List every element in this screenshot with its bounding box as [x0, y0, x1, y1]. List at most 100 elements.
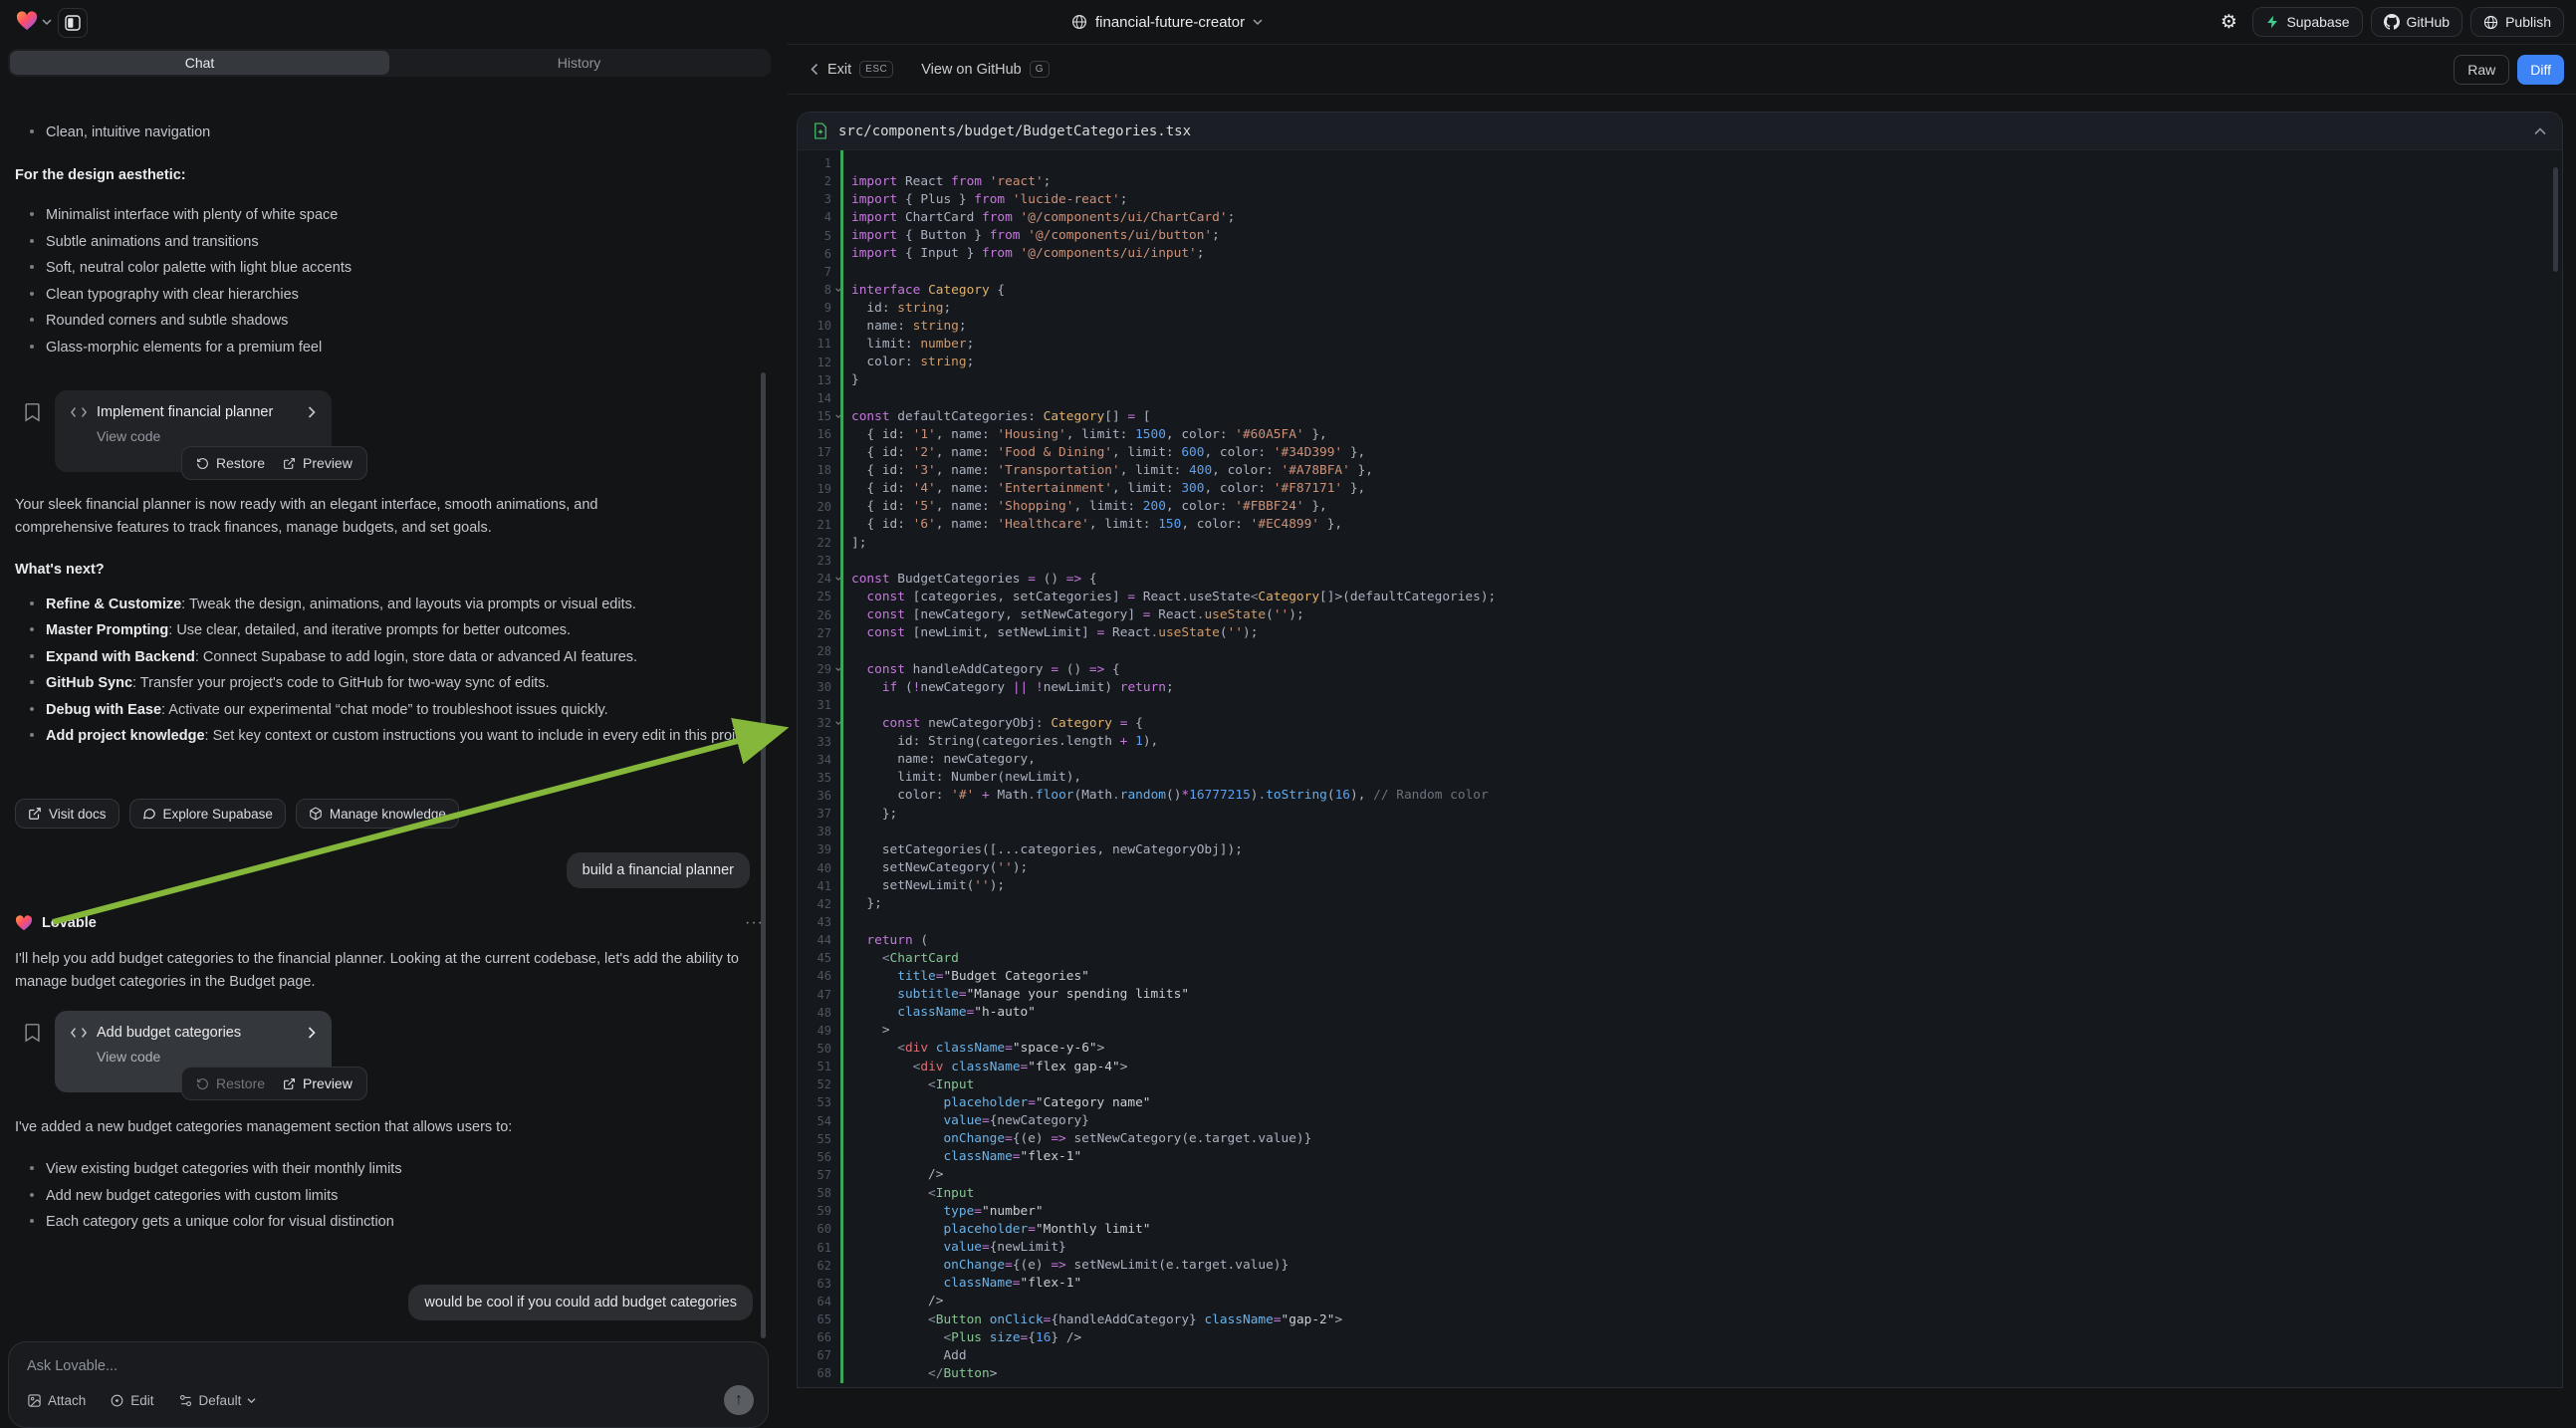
- list-item-text: Rounded corners and subtle shadows: [46, 310, 288, 333]
- code-line: 35 limit: Number(newLimit),: [798, 769, 2562, 787]
- settings-button[interactable]: ⚙: [2213, 7, 2244, 37]
- manage-knowledge-button[interactable]: Manage knowledge: [296, 799, 459, 829]
- line-number: 44: [798, 933, 833, 947]
- view-code-link[interactable]: View code: [97, 428, 316, 444]
- file-path: src/components/budget/BudgetCategories.t…: [838, 123, 1191, 139]
- line-number: 56: [798, 1150, 833, 1164]
- code-line: 30 if (!newCategory || !newLimit) return…: [798, 678, 2562, 696]
- code-line: 39 setCategories([...categories, newCate…: [798, 840, 2562, 858]
- list-item-text: Debug with Ease: Activate our experiment…: [46, 697, 608, 723]
- code-line: 7: [798, 263, 2562, 281]
- line-number: 16: [798, 427, 833, 441]
- line-number: 24: [798, 572, 833, 586]
- code-line: 25 const [categories, setCategories] = R…: [798, 588, 2562, 605]
- project-switcher[interactable]: financial-future-creator: [1071, 0, 1263, 44]
- list-item: Glass-morphic elements for a premium fee…: [30, 337, 747, 363]
- design-aesthetic-heading: For the design aesthetic:: [15, 167, 186, 183]
- bookmark-icon[interactable]: [24, 1023, 41, 1043]
- code-line: 52 <Input: [798, 1075, 2562, 1093]
- list-item-text: Subtle animations and transitions: [46, 231, 259, 254]
- raw-toggle-button[interactable]: Raw: [2454, 55, 2509, 85]
- line-number: 66: [798, 1330, 833, 1344]
- code-line: 46 title="Budget Categories": [798, 967, 2562, 985]
- code-line: 33 id: String(categories.length + 1),: [798, 733, 2562, 751]
- code-line: 66 <Plus size={16} />: [798, 1328, 2562, 1346]
- chat-composer[interactable]: Ask Lovable... Attach Edit Default ↑: [8, 1341, 769, 1428]
- publish-button[interactable]: Publish: [2470, 7, 2564, 37]
- supabase-button[interactable]: Supabase: [2252, 7, 2362, 37]
- code-line: 59 type="number": [798, 1202, 2562, 1220]
- line-number: 48: [798, 1006, 833, 1020]
- external-link-icon: [283, 457, 296, 470]
- restore-button[interactable]: Restore: [196, 455, 265, 471]
- supabase-bolt-icon: [2265, 15, 2279, 29]
- chat-input[interactable]: Ask Lovable...: [27, 1358, 117, 1374]
- view-code-link[interactable]: View code: [97, 1049, 316, 1065]
- line-number: 57: [798, 1168, 833, 1182]
- list-item: Soft, neutral color palette with light b…: [30, 257, 747, 284]
- code-line: 11 limit: number;: [798, 335, 2562, 353]
- line-number: 23: [798, 554, 833, 568]
- exit-button[interactable]: Exit: [827, 62, 851, 78]
- github-button[interactable]: GitHub: [2371, 7, 2463, 37]
- line-number: 6: [798, 247, 833, 261]
- bullet-dot: [30, 292, 34, 296]
- code-scrollbar[interactable]: [2553, 167, 2558, 272]
- list-item-text: Each category gets a unique color for vi…: [46, 1211, 394, 1234]
- line-number: 18: [798, 463, 833, 477]
- visit-docs-button[interactable]: Visit docs: [15, 799, 119, 829]
- tab-history[interactable]: History: [389, 51, 769, 75]
- view-on-github-button[interactable]: View on GitHub: [921, 62, 1021, 78]
- code-line: 18 { id: '3', name: 'Transportation', li…: [798, 461, 2562, 479]
- line-number: 3: [798, 192, 833, 206]
- explore-supabase-label: Explore Supabase: [163, 807, 273, 822]
- code-line: 19 { id: '4', name: 'Entertainment', lim…: [798, 480, 2562, 498]
- logo-chevron-down-icon[interactable]: [42, 18, 52, 26]
- restore-icon: [196, 1077, 209, 1090]
- tab-chat[interactable]: Chat: [10, 51, 389, 75]
- code-icon: [71, 1027, 87, 1039]
- bullet-dot: [30, 318, 34, 322]
- edit-mode-button[interactable]: Edit: [110, 1393, 153, 1408]
- preview-button[interactable]: Preview: [283, 455, 352, 471]
- send-button[interactable]: ↑: [724, 1385, 754, 1415]
- code-line: 23: [798, 552, 2562, 570]
- code-line: 43: [798, 913, 2562, 931]
- code-line: 44 return (: [798, 931, 2562, 949]
- code-line: 26 const [newCategory, setNewCategory] =…: [798, 606, 2562, 624]
- file-header[interactable]: src/components/budget/BudgetCategories.t…: [798, 113, 2562, 150]
- line-number: 67: [798, 1348, 833, 1362]
- code-line: 37 };: [798, 805, 2562, 823]
- restore-button[interactable]: Restore: [196, 1075, 265, 1091]
- preview-button[interactable]: Preview: [283, 1075, 352, 1091]
- line-number: 21: [798, 518, 833, 532]
- lovable-logo-heart-icon[interactable]: [16, 11, 38, 31]
- sidebar-toggle-button[interactable]: [58, 8, 88, 38]
- list-item: Subtle animations and transitions: [30, 231, 747, 258]
- bullet-dot: [30, 601, 34, 605]
- list-item-text: Clean typography with clear hierarchies: [46, 284, 299, 307]
- diff-toggle-button[interactable]: Diff: [2517, 55, 2564, 85]
- attach-button[interactable]: Attach: [27, 1393, 86, 1408]
- line-number: 19: [798, 482, 833, 496]
- attach-label: Attach: [48, 1393, 86, 1408]
- project-chevron-down-icon: [1253, 18, 1263, 26]
- code-viewer-card: src/components/budget/BudgetCategories.t…: [797, 112, 2563, 1388]
- github-label: GitHub: [2407, 14, 2451, 30]
- bookmark-icon[interactable]: [24, 402, 41, 422]
- list-item: View existing budget categories with the…: [30, 1158, 747, 1185]
- code-line: 6import { Input } from '@/components/ui/…: [798, 245, 2562, 263]
- collapse-chevron-up-icon[interactable]: [2534, 127, 2546, 135]
- line-number: 52: [798, 1077, 833, 1091]
- model-mode-selector[interactable]: Default: [178, 1393, 257, 1408]
- line-number: 62: [798, 1259, 833, 1273]
- chat-scrollbar[interactable]: [761, 372, 766, 1338]
- line-number: 51: [798, 1060, 833, 1073]
- line-number: 39: [798, 842, 833, 856]
- line-number: 46: [798, 969, 833, 983]
- code-line: 28: [798, 642, 2562, 660]
- assistant-paragraph: I'll help you add budget categories to t…: [15, 948, 757, 995]
- code-content[interactable]: 12import React from 'react';3import { Pl…: [798, 150, 2562, 1383]
- code-line: 56 className="flex-1": [798, 1148, 2562, 1166]
- explore-supabase-button[interactable]: Explore Supabase: [129, 799, 286, 829]
